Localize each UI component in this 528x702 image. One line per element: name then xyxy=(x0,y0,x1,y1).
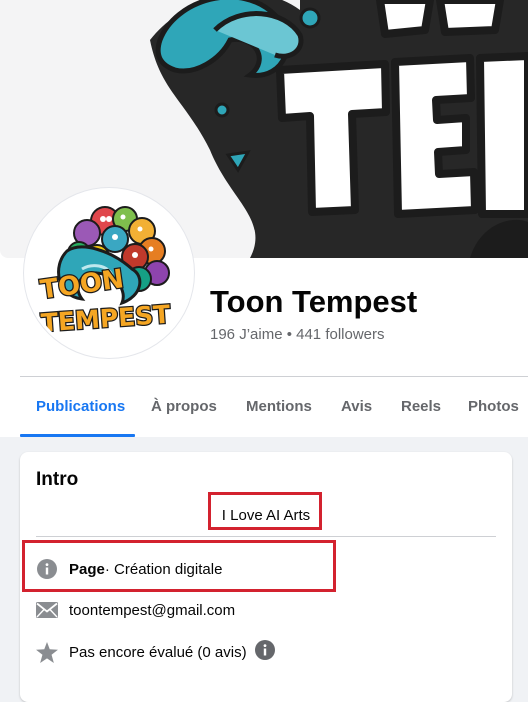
intro-title: Intro xyxy=(36,469,79,490)
logo-text-line1: TOON xyxy=(39,264,126,305)
tab-publications[interactable]: Publications xyxy=(36,377,125,437)
page-stats: 196 J’aime • 441 followers xyxy=(210,326,385,343)
mail-icon xyxy=(36,599,58,621)
profile-header: TOON TEMPEST Toon Tempest 196 J’aime • 4… xyxy=(0,0,528,437)
page-title: Toon Tempest xyxy=(210,284,418,319)
star-icon xyxy=(36,641,58,663)
tab-a-propos[interactable]: À propos xyxy=(151,377,217,437)
logo-text-line2: TEMPEST xyxy=(40,300,171,338)
tab-photos[interactable]: Photos xyxy=(468,377,519,437)
tab-avis[interactable]: Avis xyxy=(341,377,372,437)
intro-card: Intro I Love AI Arts Page · Création dig… xyxy=(20,452,512,702)
bio-highlight-box xyxy=(208,492,322,530)
rating-row: Pas encore évalué (0 avis) xyxy=(36,640,275,664)
intro-divider xyxy=(36,536,496,537)
email-text[interactable]: toontempest@gmail.com xyxy=(69,602,235,619)
rating-text: Pas encore évalué (0 avis) xyxy=(69,643,247,661)
tab-mentions[interactable]: Mentions xyxy=(246,377,312,437)
email-row[interactable]: toontempest@gmail.com xyxy=(36,598,235,622)
category-highlight-box xyxy=(22,540,336,592)
info-small-icon[interactable] xyxy=(254,640,275,664)
profile-tabs: Publications À propos Mentions Avis Reel… xyxy=(20,377,528,437)
avatar[interactable]: TOON TEMPEST xyxy=(27,191,191,355)
active-tab-indicator xyxy=(20,434,135,437)
tab-reels[interactable]: Reels xyxy=(401,377,441,437)
